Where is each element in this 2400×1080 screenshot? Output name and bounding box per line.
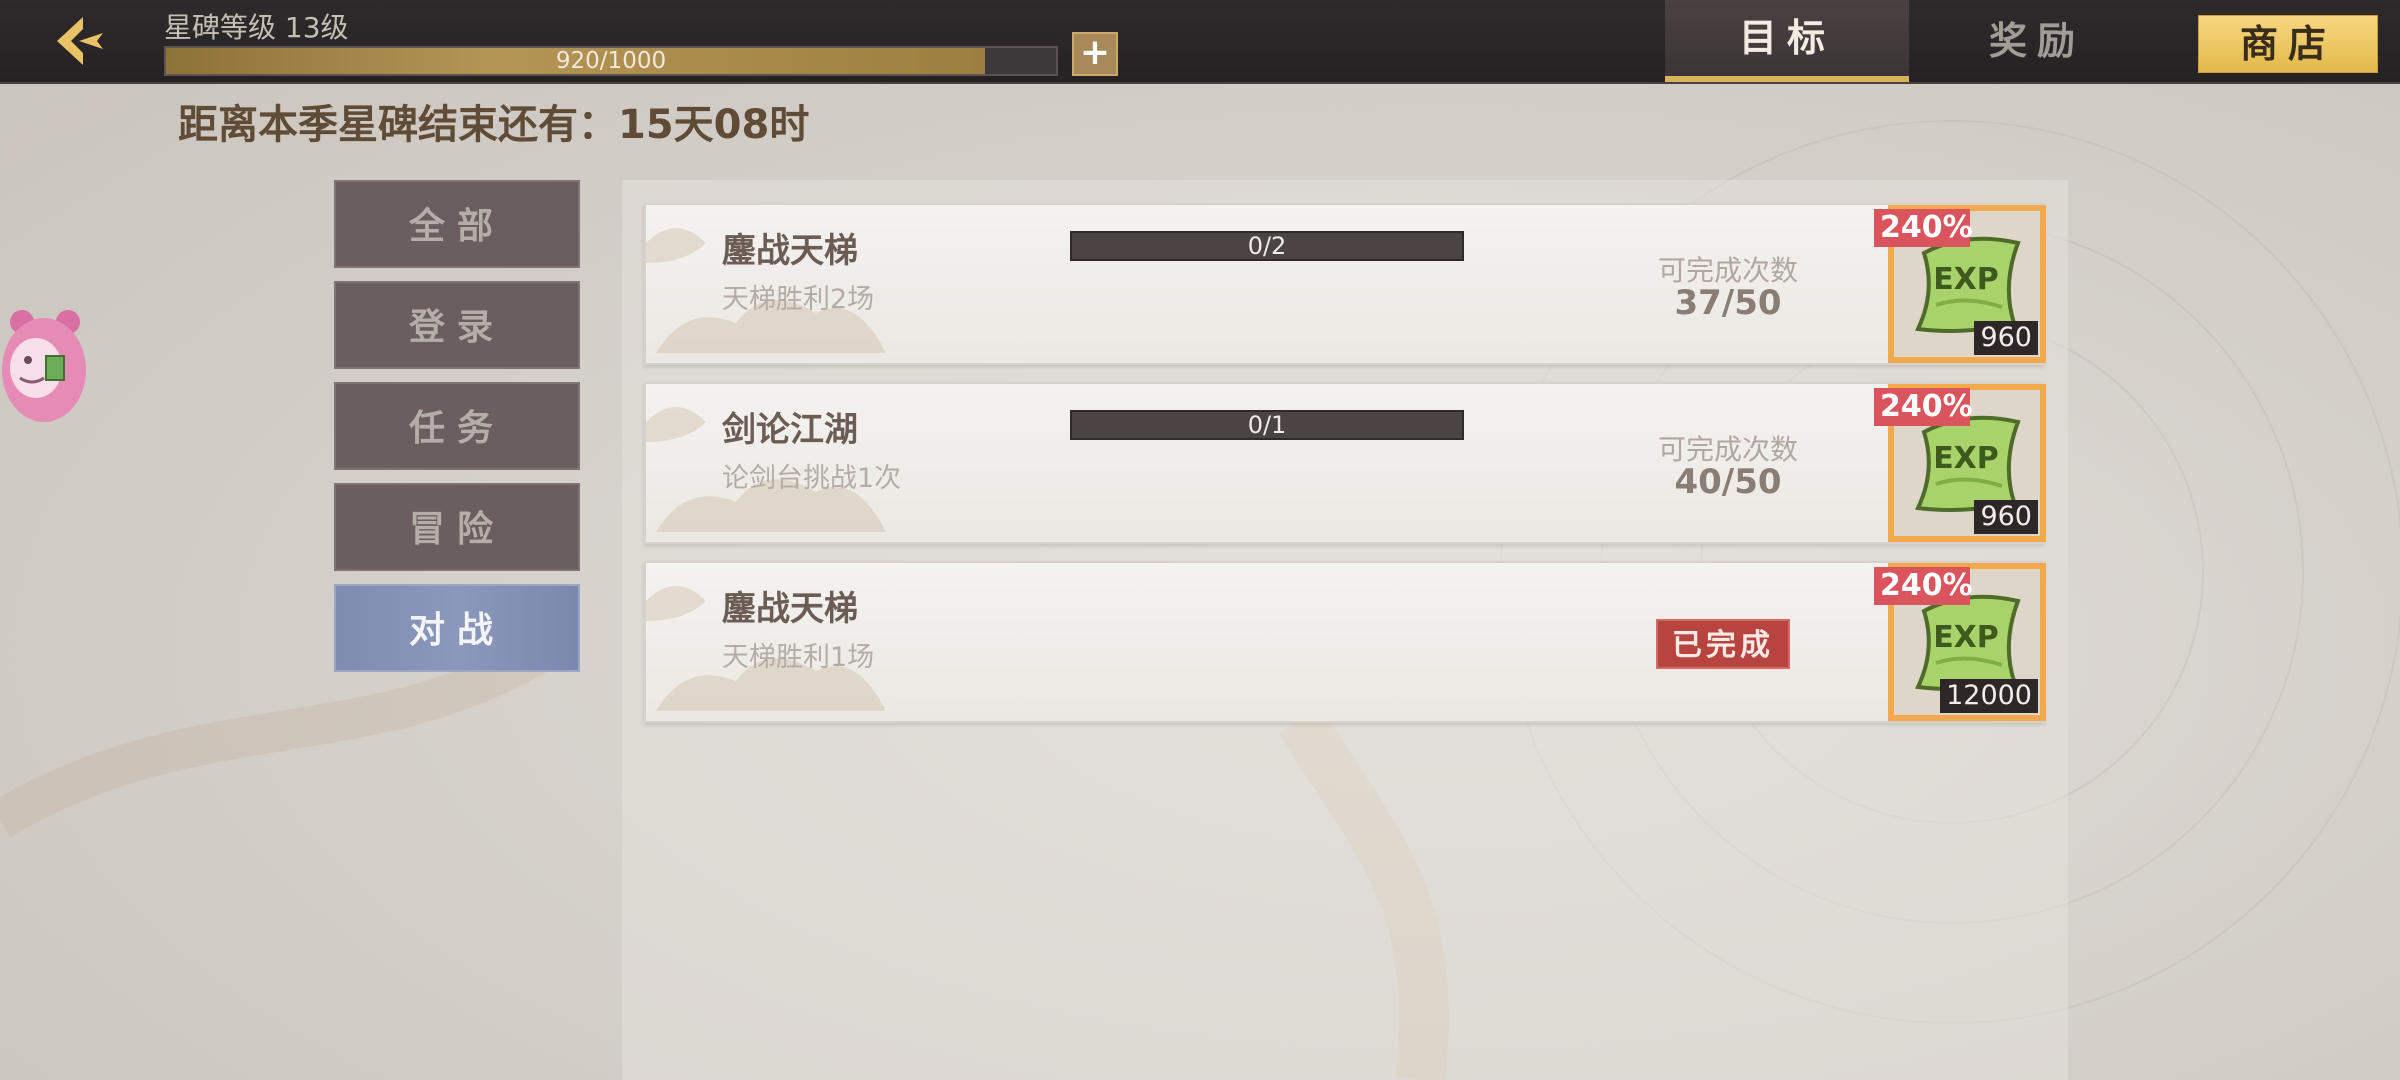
back-arrow-icon	[57, 17, 103, 65]
reward-quantity: 12000	[1940, 679, 2038, 713]
task-description: 天梯胜利1场	[722, 642, 875, 673]
completed-stamp: 已完成	[1656, 619, 1790, 669]
task-progress-text: 0/1	[1247, 411, 1287, 439]
reward-bonus-badge: 240%	[1874, 567, 1973, 605]
task-title: 鏖战天梯	[722, 231, 858, 271]
task-description: 论剑台挑战1次	[722, 463, 902, 494]
task-card[interactable]: 鏖战天梯 天梯胜利1场 已完成 EXP 12000 240%	[644, 561, 2046, 723]
task-title: 剑论江湖	[722, 410, 858, 450]
xp-progress-bar: 920/1000	[164, 46, 1058, 76]
category-tasks[interactable]: 任务	[334, 382, 580, 470]
tab-reward[interactable]: 奖励	[1915, 0, 2159, 82]
category-login[interactable]: 登录	[334, 281, 580, 369]
back-button[interactable]	[44, 8, 114, 74]
completion-count: 37/50	[1674, 283, 1782, 323]
task-progress-text: 0/2	[1247, 232, 1287, 260]
task-title: 鏖战天梯	[722, 589, 858, 629]
task-card[interactable]: 鏖战天梯 天梯胜利2场 0/2 可完成次数 37/50 EXP 960 240%	[644, 203, 2046, 365]
shop-button[interactable]: 商店	[2198, 15, 2378, 73]
category-adventure[interactable]: 冒险	[334, 483, 580, 571]
svg-text:EXP: EXP	[1933, 441, 1999, 476]
task-progress-bar: 0/1	[1070, 410, 1464, 440]
svg-text:EXP: EXP	[1933, 262, 1999, 297]
task-description: 天梯胜利2场	[722, 284, 875, 315]
svg-text:EXP: EXP	[1933, 620, 1999, 655]
mascot-icon[interactable]	[0, 308, 90, 436]
add-xp-button[interactable]: +	[1072, 32, 1118, 76]
task-progress-bar: 0/2	[1070, 231, 1464, 261]
task-card[interactable]: 剑论江湖 论剑台挑战1次 0/1 可完成次数 40/50 EXP 960 240…	[644, 382, 2046, 544]
tab-goal[interactable]: 目标	[1665, 0, 1909, 82]
reward-bonus-badge: 240%	[1874, 209, 1973, 247]
season-countdown: 距离本季星碑结束还有：15天08时	[178, 102, 810, 148]
reward-quantity: 960	[1974, 321, 2038, 355]
reward-quantity: 960	[1974, 500, 2038, 534]
category-all[interactable]: 全部	[334, 180, 580, 268]
category-battle[interactable]: 对战	[334, 584, 580, 672]
reward-bonus-badge: 240%	[1874, 388, 1973, 426]
completion-count: 40/50	[1674, 462, 1782, 502]
top-bar: 星碑等级 13级 920/1000 + 目标 奖励 商店	[0, 0, 2400, 84]
stele-level-label: 星碑等级 13级	[164, 11, 349, 44]
xp-progress-text: 920/1000	[555, 48, 667, 74]
